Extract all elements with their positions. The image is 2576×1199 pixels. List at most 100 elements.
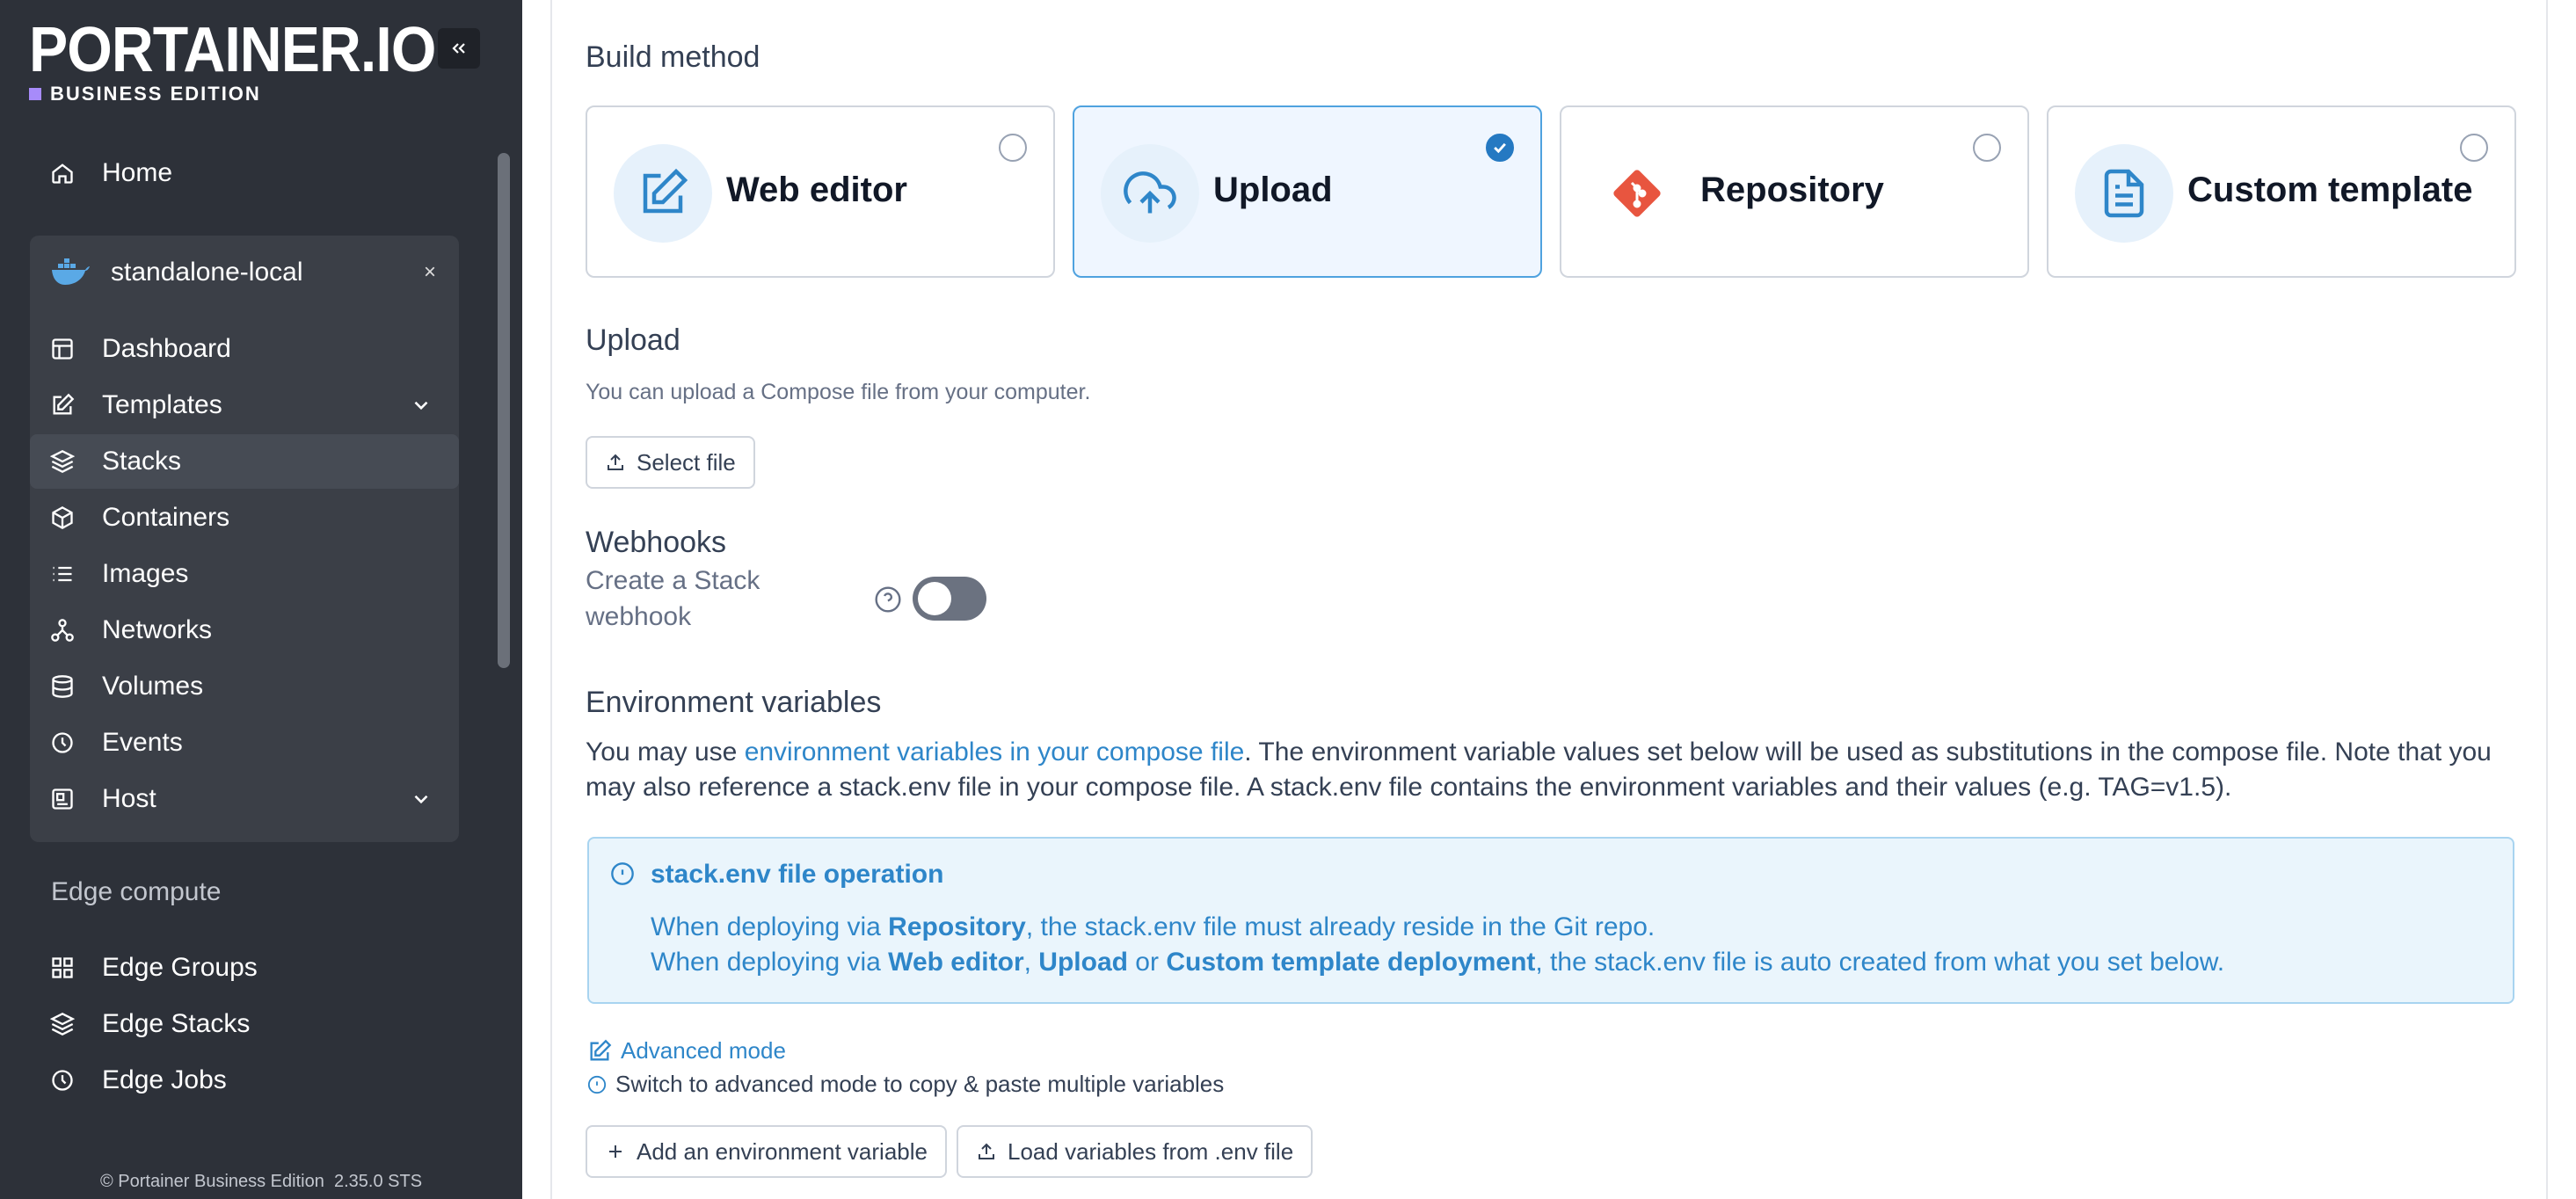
sidebar-item-networks[interactable]: Networks: [30, 603, 459, 658]
sidebar-item-label: Edge Stacks: [102, 1009, 251, 1038]
hint-text: Switch to advanced mode to copy & paste …: [615, 1071, 1225, 1097]
build-method-upload[interactable]: Upload: [1073, 105, 1542, 278]
build-method-title: Build method: [586, 40, 760, 74]
sidebar-item-home[interactable]: Home: [30, 146, 459, 200]
upload-cloud-icon: [1101, 144, 1199, 243]
info-text: , the stack.env file must already reside…: [1025, 912, 1655, 941]
info-icon: [587, 1075, 607, 1094]
sidebar-item-label: Networks: [102, 615, 213, 644]
environment-header[interactable]: standalone-local ×: [30, 237, 459, 308]
close-environment-icon[interactable]: ×: [424, 260, 436, 285]
layers-icon: [49, 1011, 76, 1037]
sidebar-item-edge-jobs[interactable]: Edge Jobs: [30, 1053, 459, 1108]
sidebar-item-label: Containers: [102, 503, 230, 532]
clock-icon: [49, 730, 76, 756]
advanced-mode-link[interactable]: Advanced mode: [587, 1037, 786, 1065]
sidebar-item-images[interactable]: Images: [30, 547, 459, 601]
chevron-down-icon[interactable]: [410, 394, 433, 424]
edit-icon: [590, 1039, 612, 1060]
edge-compute-heading: Edge compute: [51, 877, 222, 906]
info-title: stack.env file operation: [651, 860, 944, 889]
upload-description: You can upload a Compose file from your …: [586, 380, 1091, 404]
button-label: Select file: [637, 448, 736, 476]
webhook-toggle[interactable]: [913, 577, 986, 621]
button-label: Add an environment variable: [637, 1137, 928, 1165]
portainer-logo[interactable]: PORTAINER.IO BUSINESS EDITION: [29, 15, 471, 105]
radio-button[interactable]: [1973, 134, 2001, 162]
radio-checked-icon[interactable]: [1486, 134, 1514, 162]
chevrons-left-icon: [452, 43, 465, 54]
sidebar-item-host[interactable]: Host: [30, 772, 459, 826]
upload-icon: [608, 454, 623, 470]
sidebar-item-label: Host: [102, 784, 156, 813]
sidebar-item-edge-groups[interactable]: Edge Groups: [30, 941, 459, 995]
brand-name: PORTAINER.IO: [29, 15, 436, 85]
edition-square-icon: [29, 88, 41, 100]
sidebar-footer: © Portainer Business Edition 2.35.0 STS: [0, 1172, 522, 1192]
sidebar-item-label: Events: [102, 728, 183, 757]
webhook-label-line: Create a Stack: [586, 566, 760, 595]
info-bold: Upload: [1038, 948, 1128, 977]
sidebar-item-label: Stacks: [102, 447, 182, 476]
edit-icon: [49, 392, 76, 418]
database-icon: [49, 673, 76, 700]
sidebar-item-templates[interactable]: Templates: [30, 378, 459, 432]
info-text: When deploying via: [651, 948, 889, 977]
webhook-label: Create a Stack webhook: [586, 563, 760, 635]
advanced-mode-label: Advanced mode: [621, 1037, 786, 1064]
env-vars-docs-link[interactable]: environment variables in your compose fi…: [745, 738, 1245, 767]
env-vars-description: You may use environment variables in you…: [586, 735, 2520, 805]
sidebar-item-edge-stacks[interactable]: Edge Stacks: [30, 997, 459, 1051]
desc-text: You may use: [586, 738, 745, 767]
sidebar-item-label: Volumes: [102, 672, 204, 701]
clock-icon: [49, 1067, 76, 1094]
sidebar: PORTAINER.IO BUSINESS EDITION Home stand…: [0, 0, 522, 1199]
add-env-var-button[interactable]: Add an environment variable: [586, 1125, 947, 1178]
info-bold: Custom template deployment: [1166, 948, 1536, 977]
list-icon: [49, 561, 76, 587]
edit-icon: [614, 144, 712, 243]
upload-icon: [979, 1143, 994, 1159]
info-text: or: [1127, 948, 1167, 977]
docker-icon: [51, 258, 90, 287]
build-method-label: Repository: [1700, 171, 1884, 209]
env-vars-title: Environment variables: [586, 686, 882, 719]
load-env-file-button[interactable]: Load variables from .env file: [957, 1125, 1313, 1178]
radio-button[interactable]: [999, 134, 1027, 162]
home-icon: [49, 160, 76, 186]
chevron-down-icon[interactable]: [410, 788, 433, 818]
collapse-sidebar-button[interactable]: [438, 28, 480, 69]
layers-icon: [49, 448, 76, 475]
info-icon: [610, 861, 635, 890]
git-icon: [1588, 144, 1686, 243]
build-method-label: Upload: [1213, 171, 1333, 209]
select-file-button[interactable]: Select file: [586, 436, 755, 489]
brand-edition: BUSINESS EDITION: [29, 83, 471, 105]
sidebar-item-label: Images: [102, 559, 189, 588]
copyright-symbol: ©: [99, 1172, 113, 1191]
info-bold: Web editor: [888, 948, 1024, 977]
build-method-repository[interactable]: Repository: [1560, 105, 2029, 278]
sidebar-item-events[interactable]: Events: [30, 716, 459, 770]
sidebar-item-stacks[interactable]: Stacks: [30, 434, 459, 489]
radio-button[interactable]: [2460, 134, 2488, 162]
network-icon: [49, 617, 76, 643]
build-method-label: Web editor: [726, 171, 907, 209]
info-line-repository: When deploying via Repository, the stack…: [651, 912, 1655, 942]
file-text-icon: [2075, 144, 2173, 243]
sidebar-item-volumes[interactable]: Volumes: [30, 659, 459, 714]
plus-icon: [609, 1145, 622, 1158]
button-label: Load variables from .env file: [1008, 1137, 1294, 1165]
build-method-web-editor[interactable]: Web editor: [586, 105, 1055, 278]
info-bold: Repository: [888, 912, 1026, 941]
toggle-knob: [918, 582, 951, 615]
sidebar-scrollbar[interactable]: [498, 153, 510, 668]
info-line-auto-create: When deploying via Web editor, Upload or…: [651, 948, 2224, 977]
sidebar-item-dashboard[interactable]: Dashboard: [30, 322, 459, 376]
build-method-custom-template[interactable]: Custom template: [2047, 105, 2516, 278]
help-icon[interactable]: [874, 585, 902, 618]
sidebar-item-containers[interactable]: Containers: [30, 490, 459, 545]
sidebar-item-label: Templates: [102, 390, 222, 419]
edition-label: BUSINESS EDITION: [50, 83, 261, 105]
info-text: , the stack.env file is auto created fro…: [1535, 948, 2225, 977]
